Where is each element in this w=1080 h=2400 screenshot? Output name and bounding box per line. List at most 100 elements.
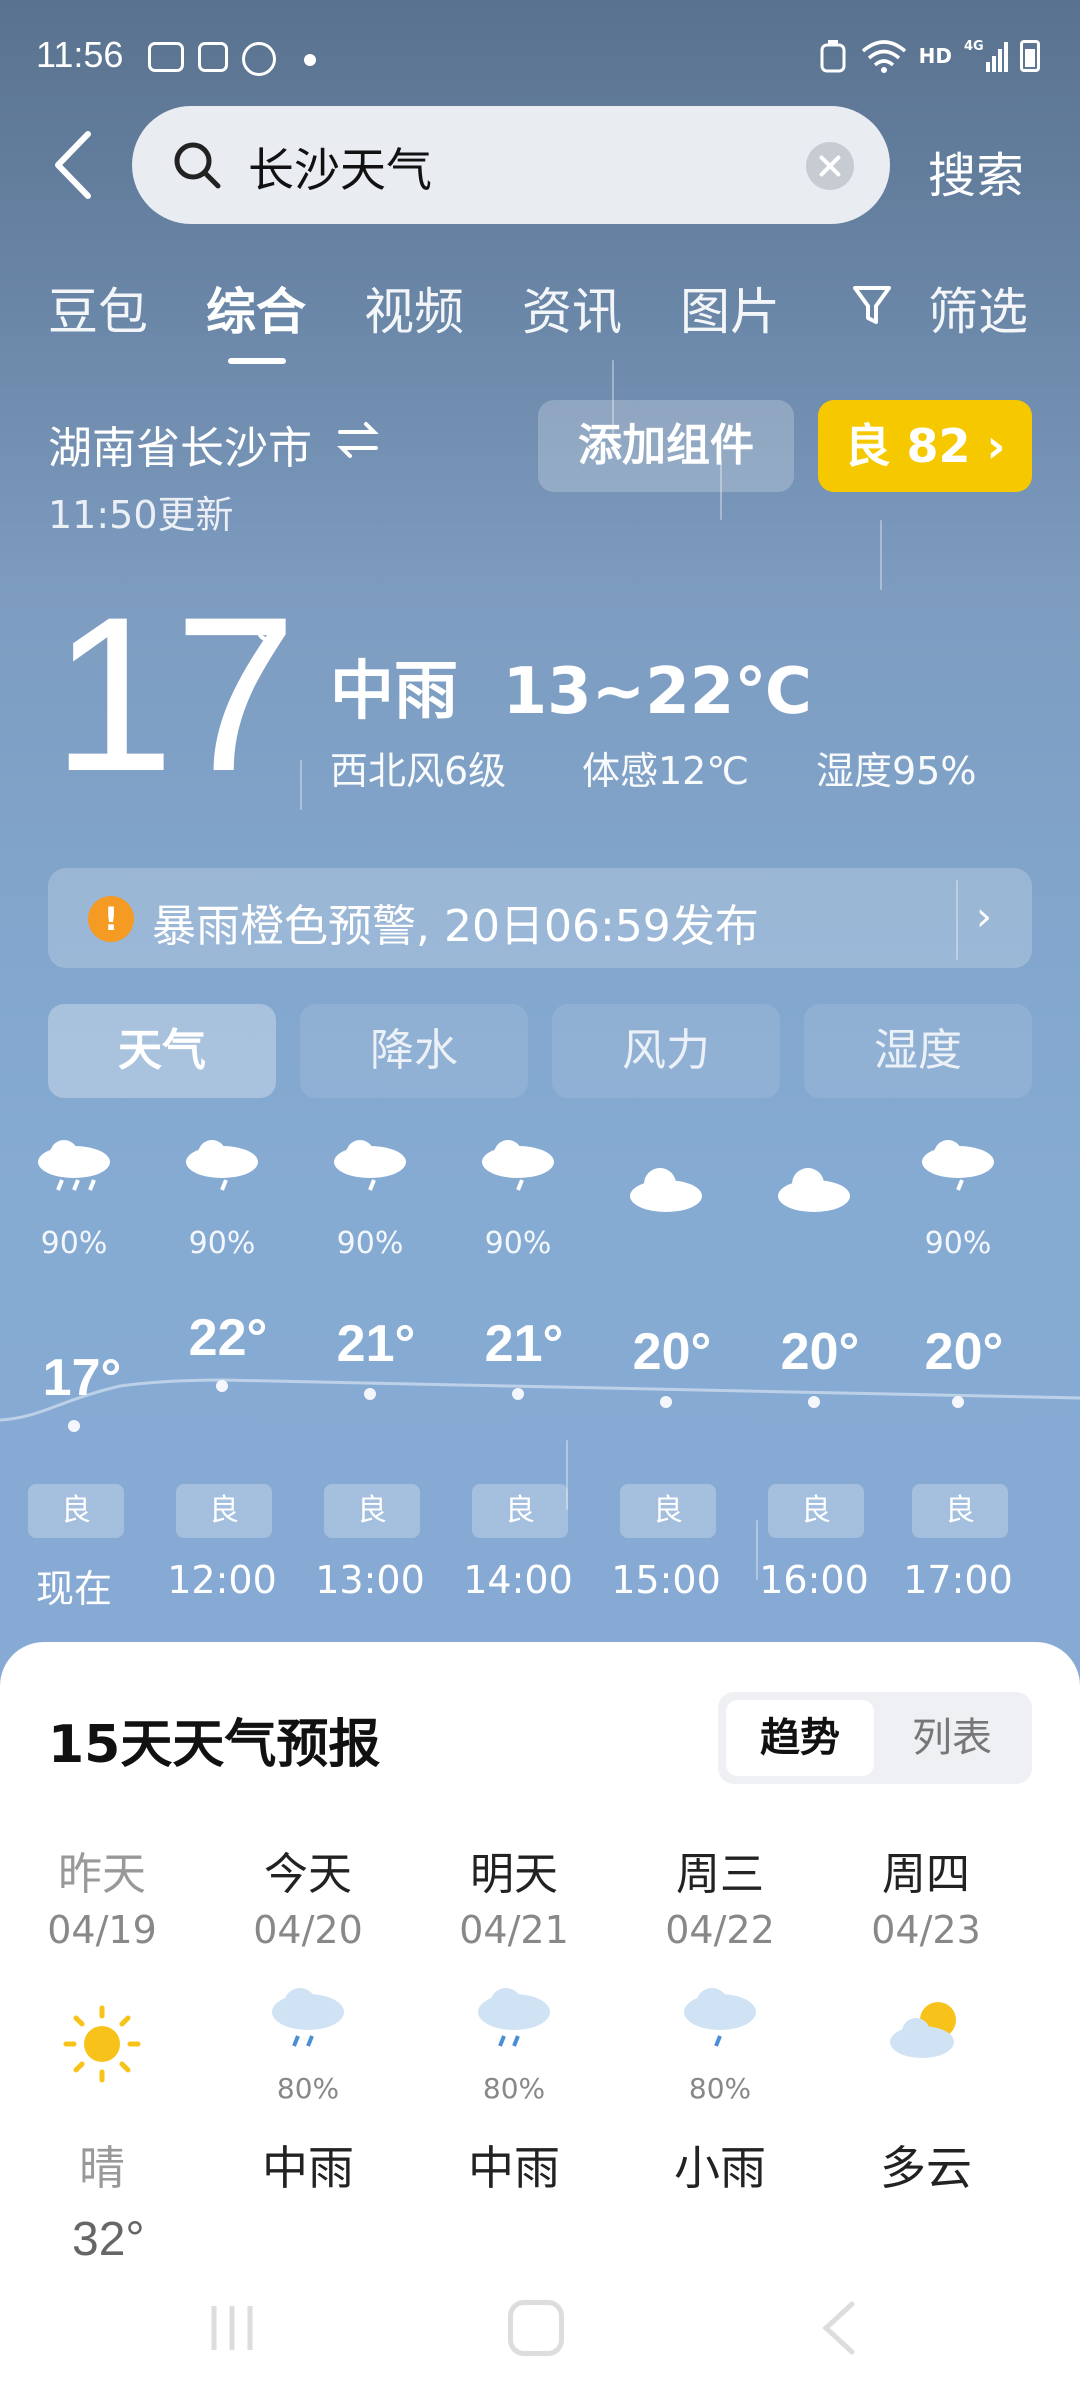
hour-time: 16:00 (759, 1558, 869, 1602)
hour-time: 14:00 (463, 1558, 573, 1602)
signal-icon: 4G (964, 39, 1008, 72)
condition-text: 中雨 (330, 655, 458, 729)
hour-aq-badge: 良 (324, 1484, 420, 1538)
hour-precip: 90% (188, 1226, 256, 1261)
subtab-precipitation[interactable]: 降水 (300, 1004, 528, 1098)
degree-symbol: ° (252, 603, 284, 692)
day-date: 04/21 (459, 1908, 569, 1952)
current-condition: 中雨 13~22℃ (330, 640, 812, 732)
list-toggle[interactable]: 列表 (878, 1700, 1026, 1776)
switch-location-icon[interactable] (336, 418, 380, 462)
humidity: 湿度95% (816, 749, 977, 793)
day-condition: 中雨 (262, 2141, 354, 2195)
add-widget-button[interactable]: 添加组件 (538, 400, 794, 492)
hour-aq-badge: 良 (768, 1484, 864, 1538)
search-button[interactable]: 搜索 (928, 136, 1024, 206)
hour-dot (660, 1396, 672, 1408)
rain-cloud-icon (482, 1140, 554, 1191)
hour-dot (68, 1420, 80, 1432)
view-toggle: 趋势 列表 (718, 1692, 1032, 1784)
rain-cloud-icon (272, 1988, 344, 2047)
app-icon (242, 42, 276, 76)
hour-dot (216, 1380, 228, 1392)
tab-doubao[interactable]: 豆包 (48, 272, 148, 344)
day-condition: 中雨 (468, 2141, 560, 2195)
alert-text: 暴雨橙色预警, 20日06:59发布 (152, 901, 759, 952)
day-condition: 晴 (79, 2141, 125, 2195)
tab-news[interactable]: 资讯 (522, 272, 622, 344)
hour-aq-badge: 良 (472, 1484, 568, 1538)
search-input[interactable]: 长沙天气 (132, 106, 890, 224)
hour-precip: 90% (924, 1226, 992, 1261)
day-precip: 80% (688, 2072, 752, 2105)
hour-aq-badge: 良 (620, 1484, 716, 1538)
svg-text:4G: 4G (964, 39, 984, 54)
aqi-badge[interactable]: 良 82 › (818, 400, 1032, 492)
more-notifications-dot (304, 54, 316, 66)
hour-temp: 17° (42, 1349, 122, 1407)
trend-toggle[interactable]: 趋势 (726, 1700, 874, 1776)
tab-video[interactable]: 视频 (364, 272, 464, 344)
day-precip: 80% (276, 2072, 340, 2105)
wifi-icon (861, 40, 906, 73)
nav-back-icon[interactable] (818, 2300, 858, 2356)
rain-cloud-icon (334, 1140, 406, 1191)
hour-dot (364, 1388, 376, 1400)
home-icon[interactable] (508, 2300, 564, 2356)
recent-apps-icon[interactable] (208, 2302, 258, 2354)
status-bar: 11:56 HD 4G (0, 0, 1080, 110)
active-tab-indicator (228, 358, 286, 364)
hour-time: 17:00 (903, 1558, 1013, 1602)
hour-dot (808, 1396, 820, 1408)
day-date: 04/22 (665, 1908, 775, 1952)
search-icon (174, 142, 221, 189)
hour-aq-badge: 良 (912, 1484, 1008, 1538)
hour-time: 15:00 (611, 1558, 721, 1602)
light-rain-icon (684, 1988, 756, 2047)
hour-dot (952, 1396, 964, 1408)
clear-search-button[interactable] (806, 142, 854, 190)
notification-icon (198, 42, 228, 72)
subtab-wind[interactable]: 风力 (552, 1004, 780, 1098)
voicemail-icon (148, 42, 184, 72)
forecast-title: 15天天气预报 (48, 1715, 381, 1775)
tab-filter[interactable]: 筛选 (928, 272, 1028, 344)
hour-precip: 90% (336, 1226, 404, 1261)
hour-aq-badge: 良 (176, 1484, 272, 1538)
tab-overview[interactable]: 综合 (206, 272, 306, 344)
hour-temp: 20° (780, 1323, 860, 1381)
hour-time: 13:00 (315, 1558, 425, 1602)
rain-streak (300, 760, 302, 810)
day-high-temp: 32° (72, 2213, 145, 2266)
day-date: 04/23 (871, 1908, 981, 1952)
weather-alert[interactable]: ! 暴雨橙色预警, 20日06:59发布 › (48, 868, 1032, 968)
subtab-weather[interactable]: 天气 (48, 1004, 276, 1098)
hour-aq-badge: 良 (28, 1484, 124, 1538)
day-name: 明天 (470, 1849, 558, 1900)
hour-temp: 21° (484, 1315, 564, 1373)
sun-icon (63, 2005, 141, 2083)
subtab-humidity[interactable]: 湿度 (804, 1004, 1032, 1098)
status-right: HD 4G (819, 38, 1040, 74)
day-name: 今天 (264, 1849, 352, 1900)
rain-cloud-icon (922, 1140, 994, 1191)
feels-like: 体感12℃ (582, 749, 750, 793)
temp-range: 13~22℃ (502, 655, 812, 729)
status-time: 11:56 (36, 34, 124, 75)
day-date: 04/19 (47, 1908, 157, 1952)
cloud-icon (778, 1168, 850, 1212)
hour-time: 现在 (35, 1567, 112, 1611)
search-tabs: 豆包 综合 视频 资讯 图片 筛选 (0, 272, 1080, 362)
system-nav-bar (0, 2270, 1080, 2400)
hour-temp: 22° (188, 1309, 268, 1367)
tab-images[interactable]: 图片 (680, 272, 780, 344)
partly-cloudy-icon (890, 2002, 956, 2058)
hour-time: 12:00 (167, 1558, 277, 1602)
rain-cloud-icon (38, 1140, 110, 1191)
hour-precip: 90% (484, 1226, 552, 1261)
back-arrow-icon[interactable] (50, 130, 100, 200)
day-precip: 80% (482, 2072, 546, 2105)
filter-icon[interactable] (852, 284, 892, 328)
rain-streak (880, 520, 882, 590)
location-name[interactable]: 湖南省长沙市 (48, 412, 312, 476)
